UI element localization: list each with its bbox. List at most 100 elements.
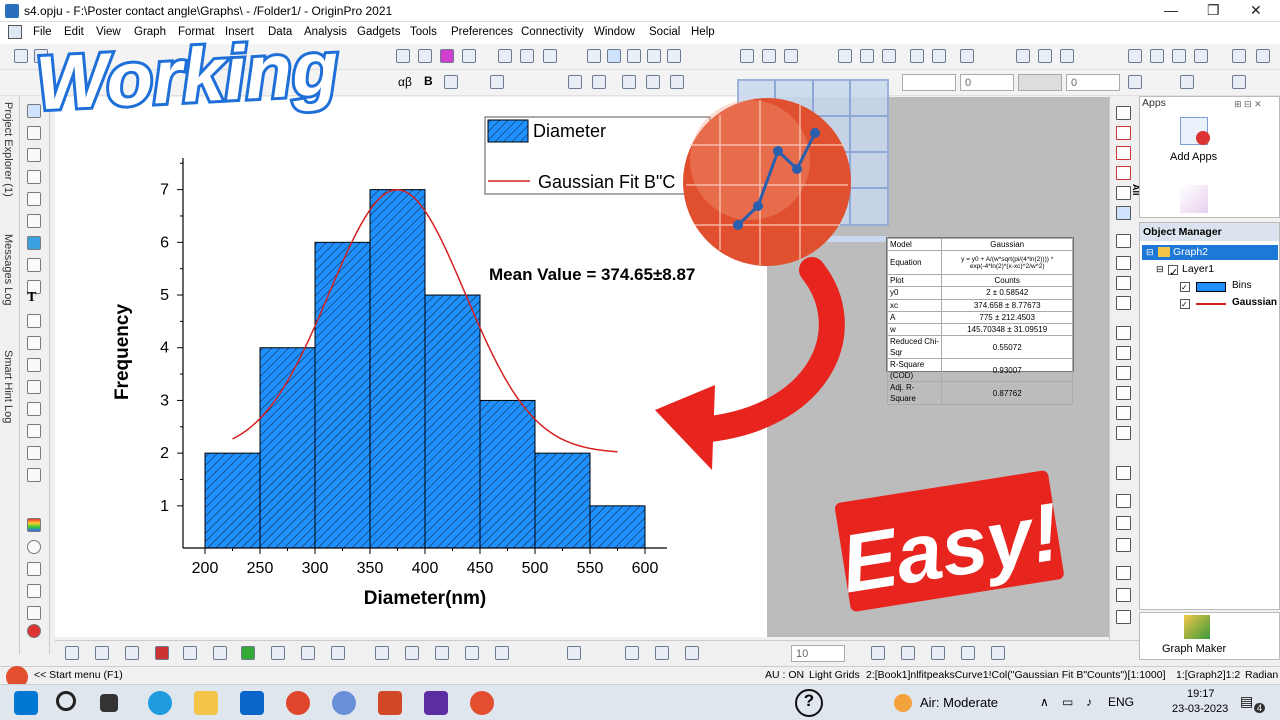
3d-plot-icon[interactable] bbox=[271, 646, 285, 660]
add-apps-label[interactable]: Add Apps bbox=[1170, 151, 1217, 163]
app-icon[interactable] bbox=[332, 691, 356, 715]
histogram-bar[interactable] bbox=[369, 189, 426, 549]
distribute-icon[interactable] bbox=[1116, 426, 1131, 440]
search-icon[interactable] bbox=[56, 691, 76, 711]
contour-icon[interactable] bbox=[241, 646, 255, 660]
app-icon[interactable] bbox=[1180, 185, 1208, 213]
graph-maker-icon[interactable] bbox=[1184, 615, 1210, 639]
zoom-level-select[interactable]: 10 bbox=[791, 645, 845, 662]
layout-grid3-icon[interactable] bbox=[1116, 296, 1131, 310]
tree-gaussian-label[interactable]: Gaussian bbox=[1232, 297, 1277, 308]
store-icon[interactable] bbox=[240, 691, 264, 715]
help-icon[interactable]: ? bbox=[795, 689, 823, 717]
y-axis-label[interactable]: Frequency bbox=[112, 304, 133, 401]
resize-icon[interactable] bbox=[1116, 494, 1131, 508]
histogram-bar[interactable] bbox=[479, 399, 536, 549]
template-icon[interactable] bbox=[331, 646, 345, 660]
weather-icon[interactable] bbox=[894, 694, 912, 712]
export-icon[interactable] bbox=[931, 646, 945, 660]
box-plot-icon[interactable] bbox=[213, 646, 227, 660]
align-left-icon[interactable] bbox=[1116, 326, 1131, 340]
histogram-bar[interactable] bbox=[534, 452, 591, 549]
graph-maker-label[interactable]: Graph Maker bbox=[1162, 643, 1226, 655]
start-menu-hint[interactable]: << Start menu (F1) bbox=[34, 669, 123, 681]
chrome-icon[interactable] bbox=[286, 691, 310, 715]
gallery-icon[interactable] bbox=[961, 646, 975, 660]
editor-icon[interactable] bbox=[424, 691, 448, 715]
edge-icon[interactable] bbox=[148, 691, 172, 715]
weather-text[interactable]: Air: Moderate bbox=[920, 695, 998, 710]
flip-icon[interactable] bbox=[405, 646, 419, 660]
bins-swatch bbox=[1196, 282, 1226, 292]
collapse-icon[interactable]: ⊟ bbox=[1146, 247, 1154, 258]
stock-icon[interactable] bbox=[301, 646, 315, 660]
legend[interactable]: Diameter Gaussian Fit B"C bbox=[484, 116, 711, 195]
histogram-bar[interactable] bbox=[589, 505, 646, 549]
align-center-icon[interactable] bbox=[1116, 406, 1131, 420]
size-width-icon[interactable] bbox=[1116, 516, 1131, 530]
clock-date[interactable]: 23-03-2023 bbox=[1172, 703, 1228, 715]
zoom-3d-icon[interactable] bbox=[465, 646, 479, 660]
size-height-icon[interactable] bbox=[1116, 538, 1131, 552]
align-bottom-icon[interactable] bbox=[1116, 386, 1131, 400]
powerpoint-icon[interactable] bbox=[378, 691, 402, 715]
line-symbol-icon[interactable] bbox=[125, 646, 139, 660]
origin-taskbar-icon[interactable] bbox=[470, 691, 494, 715]
add-right-axis-icon[interactable] bbox=[1116, 166, 1131, 180]
table-cell: 374.658 ± 8.77673 bbox=[941, 298, 1073, 312]
mean-value-annotation[interactable]: Mean Value = 374.65±8.87 bbox=[489, 265, 695, 284]
line-plot-icon[interactable] bbox=[65, 646, 79, 660]
rotate-icon[interactable] bbox=[435, 646, 449, 660]
shrink-icon[interactable] bbox=[685, 646, 699, 660]
align-right-icon[interactable] bbox=[1116, 346, 1131, 360]
layer-tool-icon[interactable] bbox=[1116, 106, 1131, 120]
checkbox-layer[interactable]: ✓ bbox=[1168, 265, 1178, 279]
file-explorer-icon[interactable] bbox=[194, 691, 218, 715]
layout-grid-icon[interactable] bbox=[1116, 256, 1131, 270]
histogram-bar[interactable] bbox=[314, 241, 371, 549]
add-top-axis-icon[interactable] bbox=[1116, 146, 1131, 160]
tray-chevron-icon[interactable]: ∧ bbox=[1040, 695, 1049, 709]
add-axis-icon[interactable] bbox=[1116, 126, 1131, 140]
merge-icon[interactable] bbox=[1116, 186, 1131, 200]
new-graph-icon[interactable] bbox=[901, 646, 915, 660]
network-icon[interactable]: ▭ bbox=[1062, 695, 1073, 709]
windows-start-icon[interactable] bbox=[14, 691, 38, 715]
tree-layer-label[interactable]: Layer1 bbox=[1182, 263, 1214, 275]
histogram-bar[interactable] bbox=[424, 294, 481, 549]
perspective-icon[interactable] bbox=[655, 646, 669, 660]
swap-icon[interactable] bbox=[1116, 466, 1131, 480]
rescale-icon[interactable] bbox=[1116, 206, 1131, 220]
x-axis-label[interactable]: Diameter(nm) bbox=[364, 588, 486, 609]
histogram-bar[interactable] bbox=[259, 347, 316, 549]
layout-grid2-icon[interactable] bbox=[1116, 276, 1131, 290]
move-3d-icon[interactable] bbox=[495, 646, 509, 660]
tree-bins-label[interactable]: Bins bbox=[1232, 280, 1251, 291]
checkbox-bins[interactable]: ✓ bbox=[1180, 282, 1190, 292]
align-top-icon[interactable] bbox=[1116, 366, 1131, 380]
group-layers-icon[interactable] bbox=[375, 646, 389, 660]
scatter-plot-icon[interactable] bbox=[95, 646, 109, 660]
fit-page-icon[interactable] bbox=[871, 646, 885, 660]
new-layer-icon[interactable] bbox=[1116, 234, 1131, 248]
more-icon[interactable] bbox=[991, 646, 1005, 660]
front-icon[interactable] bbox=[1116, 566, 1131, 580]
pie-plot-icon[interactable] bbox=[183, 646, 197, 660]
volume-icon[interactable]: ♪ bbox=[1086, 695, 1092, 709]
ortho-icon[interactable] bbox=[625, 646, 639, 660]
fit-results-table[interactable]: Model Gaussian Equation y = y0 + A/(w*sqrt… bbox=[886, 237, 1074, 406]
arrange-layers-icon[interactable] bbox=[567, 646, 581, 660]
checkbox-gaussian[interactable]: ✓ bbox=[1180, 299, 1190, 309]
clock-time[interactable]: 19:17 bbox=[1187, 688, 1215, 700]
back-icon[interactable] bbox=[1116, 588, 1131, 602]
notification-icon[interactable]: ▤ bbox=[1240, 693, 1253, 710]
pin-icon[interactable]: ⊞ ⊟ ✕ bbox=[1234, 99, 1262, 110]
language-indicator[interactable]: ENG bbox=[1108, 695, 1134, 709]
forward-icon[interactable] bbox=[1116, 610, 1131, 624]
histogram-bar[interactable] bbox=[204, 452, 261, 549]
tree-graph-label[interactable]: Graph2 bbox=[1173, 246, 1208, 258]
task-view-icon[interactable] bbox=[100, 694, 118, 712]
graph-maker-panel[interactable]: Graph Maker bbox=[1139, 612, 1280, 660]
column-plot-icon[interactable] bbox=[155, 646, 169, 660]
collapse-icon[interactable]: ⊟ bbox=[1156, 264, 1164, 275]
